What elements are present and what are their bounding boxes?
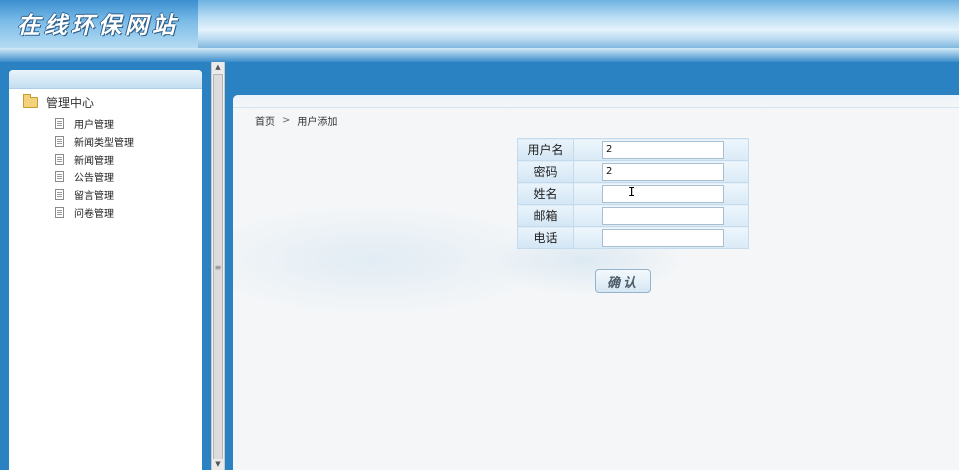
main-panel: 首页 > 用户添加 用户名 密码 姓名 邮箱 电话 I 确认 [233,95,959,470]
site-title: 在线环保网站 [17,12,179,39]
document-icon [55,136,64,148]
document-icon [55,189,64,201]
text-cursor-icon: I [628,185,636,199]
header-banner: 在线环保网站 [0,0,959,62]
tree-root-label: 管理中心 [46,96,95,110]
sidebar-item-label: 留言管理 [74,191,114,203]
password-label: 密码 [517,160,574,183]
email-input[interactable] [602,206,724,225]
breadcrumb-home-link[interactable]: 首页 [255,113,275,128]
breadcrumb: 首页 > 用户添加 [255,113,337,128]
sidebar-item-message-management[interactable]: 留言管理 [55,186,134,204]
sidebar-header [9,70,202,89]
arrow-down-icon[interactable]: ▼ [212,459,224,470]
username-input[interactable] [602,140,724,159]
tree-root-management-center[interactable]: 管理中心 [23,94,94,111]
sidebar-item-label: 新闻管理 [74,155,114,167]
username-label: 用户名 [517,138,574,161]
phone-input[interactable] [602,228,724,247]
password-input[interactable] [602,162,724,181]
document-icon [55,206,64,218]
sidebar: 管理中心 用户管理 新闻类型管理 新闻管理 公告管理 留言管理 问卷管理 [9,70,202,470]
name-label: 姓名 [517,182,574,205]
form-row-phone: 电话 [517,226,749,249]
tree-item-list: 用户管理 新闻类型管理 新闻管理 公告管理 留言管理 问卷管理 [55,115,134,221]
sidebar-item-label: 公告管理 [74,173,114,185]
breadcrumb-separator: > [282,115,291,126]
document-icon [55,153,64,165]
breadcrumb-current: 用户添加 [297,117,338,128]
sidebar-item-label: 用户管理 [74,120,114,132]
frame-scrollbar[interactable]: ▲ ≡ ▼ [211,62,225,470]
document-icon [55,171,64,183]
scrollbar-thumb[interactable]: ≡ [213,74,223,460]
arrow-up-icon[interactable]: ▲ [212,62,224,73]
form-row-password: 密码 [517,160,749,183]
phone-label: 电话 [517,226,574,249]
sidebar-item-survey-management[interactable]: 问卷管理 [55,203,134,221]
sidebar-item-news-type-management[interactable]: 新闻类型管理 [55,133,134,151]
email-label: 邮箱 [517,204,574,227]
confirm-button[interactable]: 确认 [595,269,651,293]
sidebar-item-label: 问卷管理 [74,208,114,220]
name-input[interactable] [602,184,724,203]
sidebar-item-user-management[interactable]: 用户管理 [55,115,134,133]
form-row-email: 邮箱 [517,204,749,227]
header-band [0,48,959,62]
logo-area: 在线环保网站 [0,0,198,48]
form-row-username: 用户名 [517,138,749,161]
sidebar-item-announcement-management[interactable]: 公告管理 [55,168,134,186]
folder-open-icon [23,94,38,108]
main-panel-top [233,95,959,108]
sidebar-item-label: 新闻类型管理 [74,138,134,150]
document-icon [55,118,64,130]
sidebar-item-news-management[interactable]: 新闻管理 [55,150,134,168]
